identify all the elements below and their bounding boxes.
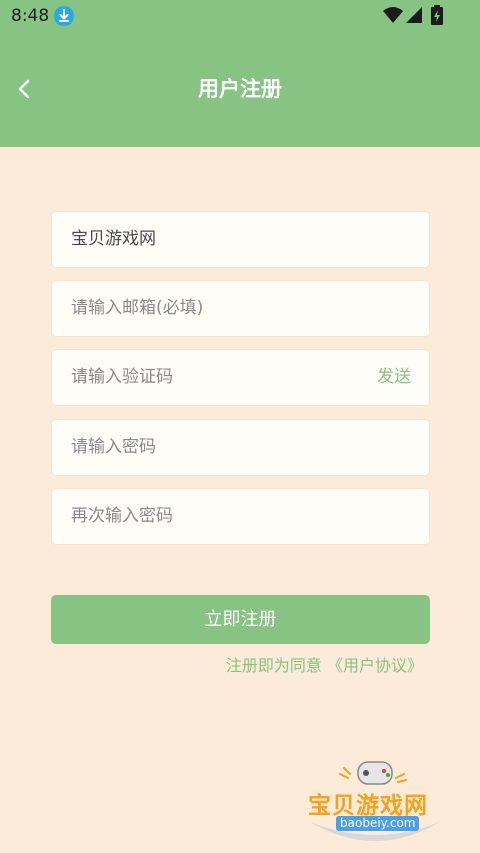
register-button[interactable]: 立即注册: [51, 595, 430, 644]
password-confirm-field[interactable]: 再次输入密码: [52, 489, 429, 544]
password-field[interactable]: 请输入密码: [52, 420, 429, 475]
agreement-link[interactable]: 注册即为同意 《用户协议》: [226, 655, 423, 677]
page-title: 用户注册: [198, 77, 282, 101]
download-icon: [54, 6, 74, 26]
status-time: 8:48: [11, 6, 50, 26]
status-bar: 8:48: [0, 0, 480, 32]
password-placeholder: 请输入密码: [71, 437, 156, 457]
send-code-button[interactable]: 发送: [377, 350, 411, 405]
watermark-url: baobeiy.com: [336, 816, 420, 831]
battery-charging-icon: [430, 5, 444, 29]
watermark-logo: 宝贝游戏网 baobeiy.com: [300, 760, 450, 850]
wifi-icon: [382, 6, 404, 28]
watermark-text: 宝贝游戏网: [308, 793, 428, 819]
password-confirm-placeholder: 再次输入密码: [71, 506, 173, 526]
code-placeholder: 请输入验证码: [71, 367, 173, 387]
email-field[interactable]: 请输入邮箱(必填): [52, 281, 429, 336]
site-name-field[interactable]: 宝贝游戏网: [52, 212, 429, 267]
verification-code-field[interactable]: 请输入验证码 发送: [52, 350, 429, 405]
site-name-value: 宝贝游戏网: [71, 229, 156, 249]
signal-icon: [405, 6, 423, 28]
email-placeholder: 请输入邮箱(必填): [71, 298, 204, 318]
